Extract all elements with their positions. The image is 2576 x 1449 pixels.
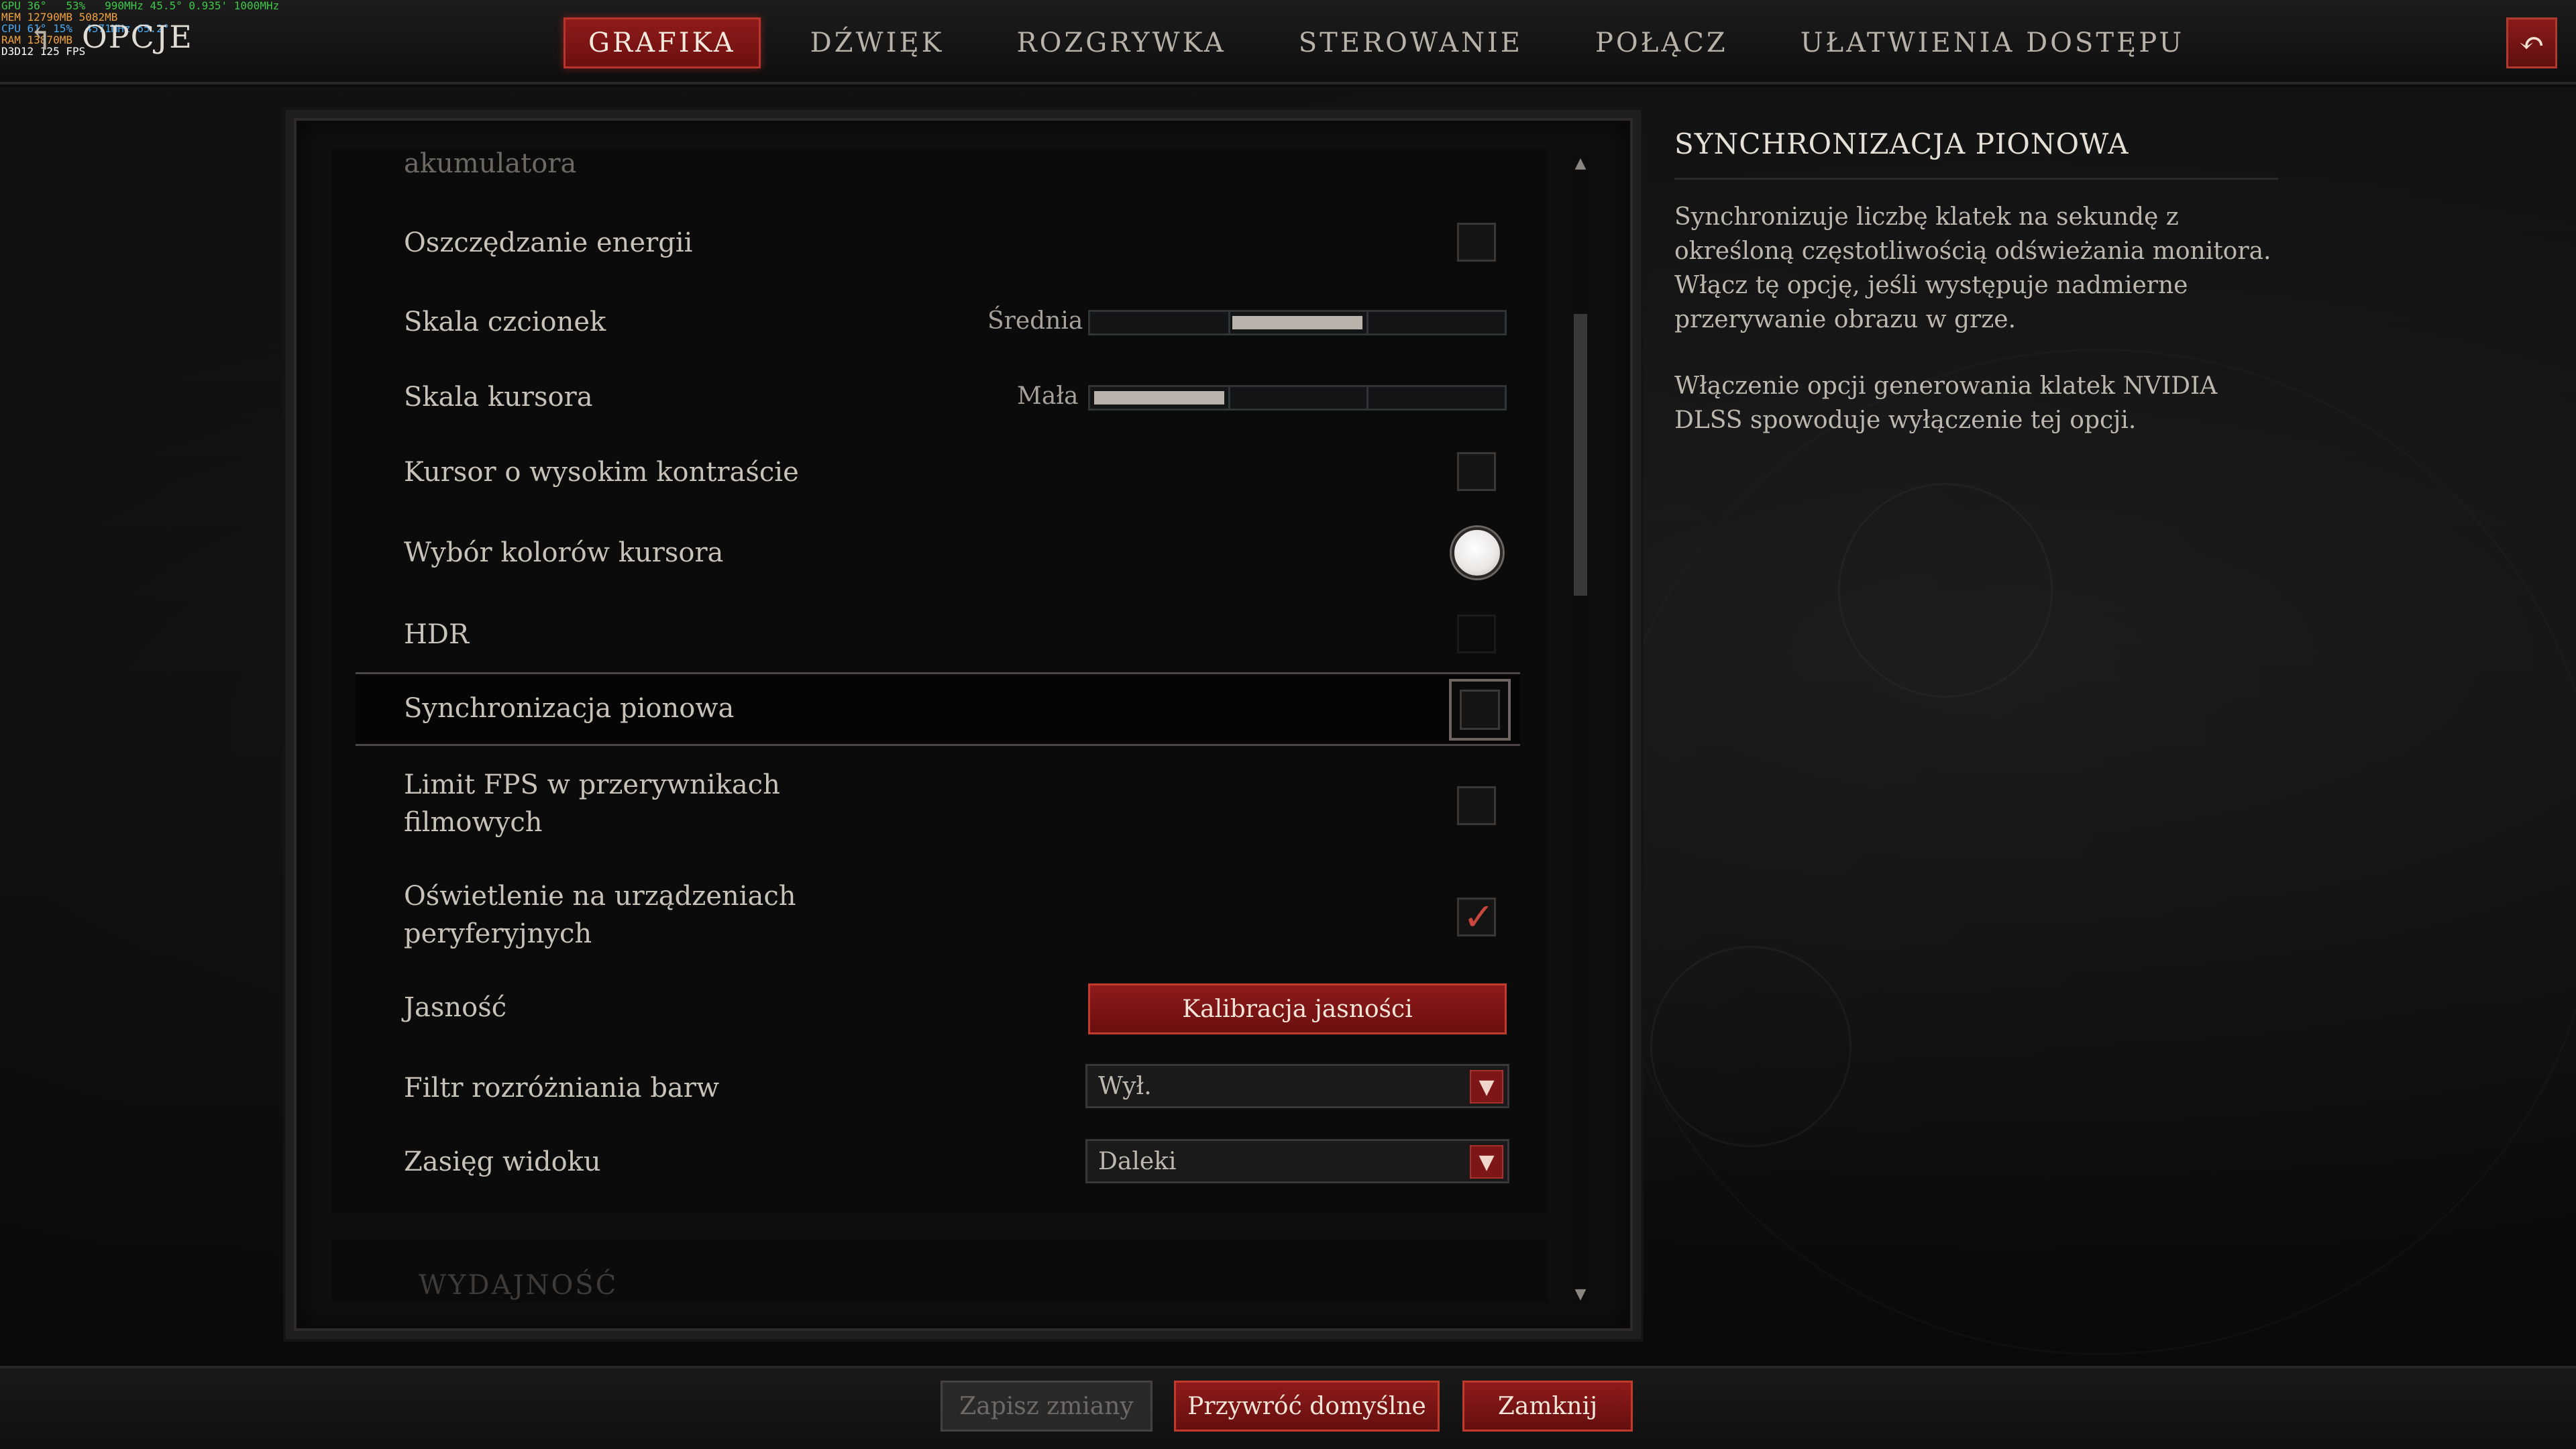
setting-label: HDR (404, 619, 470, 650)
tab-connect[interactable]: POŁĄCZ (1572, 17, 1751, 68)
back-arrow-icon[interactable]: ↰ (27, 20, 54, 58)
tab-accessibility[interactable]: UŁATWIENIA DOSTĘPU (1778, 17, 2207, 68)
dropdown-value: Daleki (1098, 1147, 1177, 1175)
settings-row-high-contrast-cursor[interactable]: Kursor o wysokim kontraście (331, 445, 1525, 499)
setting-label: Jasność (404, 992, 507, 1023)
cursor-scale-slider[interactable] (1088, 385, 1507, 411)
chevron-down-icon[interactable]: ▼ (1470, 1145, 1503, 1179)
setting-label: Filtr rozróżniania barw (404, 1073, 720, 1104)
settings-row-peripheral-lighting[interactable]: Oświetlenie na urządzeniach peryferyjnyc… (331, 877, 1525, 958)
setting-label: Skala kursora (404, 382, 593, 413)
settings-row-view-distance[interactable]: Zasięg widoku Daleki ▼ (331, 1139, 1525, 1193)
settings-row-color-filter[interactable]: Filtr rozróżniania barw Wył. ▼ (331, 1064, 1525, 1118)
settings-row-power-saving[interactable]: Oszczędzanie energii (331, 216, 1525, 270)
setting-label-line1: Oświetlenie na urządzeniach (404, 881, 796, 912)
close-button[interactable]: Zamknij (1462, 1381, 1633, 1432)
overlay-row: GPU 36° 53% 990MHz 45.5° 0.935' 1000MHz (1, 0, 1195, 11)
slider-separator (1228, 312, 1230, 333)
color-filter-dropdown[interactable]: Wył. ▼ (1085, 1064, 1509, 1108)
overlay-values: 36° 53% 990MHz 45.5° 0.935' 1000MHz (27, 0, 280, 12)
chevron-down-icon[interactable]: ▼ (1470, 1070, 1503, 1104)
slider-fill[interactable] (1094, 391, 1224, 405)
view-distance-dropdown[interactable]: Daleki ▼ (1085, 1139, 1509, 1183)
cursor-color-picker[interactable] (1452, 527, 1503, 578)
section-header-performance[interactable]: WYDAJNOŚĆ (331, 1260, 1525, 1301)
back-arrow-icon: ↶ (2518, 25, 2545, 61)
dropdown-value: Wył. (1098, 1072, 1152, 1100)
font-scale-slider[interactable] (1088, 310, 1507, 335)
settings-row-fps-limit[interactable]: Limit FPS w przerywnikach filmowych (331, 766, 1525, 847)
vsync-checkbox[interactable] (1449, 679, 1511, 741)
setting-label: Oszczędzanie energii (404, 227, 693, 258)
overlay-label: RAM (1, 34, 28, 46)
description-paragraph: Synchronizuje liczbę klatek na sekundę z… (1674, 203, 2271, 333)
setting-label: Synchronizacja pionowa (404, 693, 735, 724)
settings-list[interactable]: akumulatora Oszczędzanie energii Skala c… (331, 149, 1548, 1303)
scrollbar-thumb[interactable] (1574, 314, 1587, 596)
setting-label: Wybór kolorów kursora (404, 537, 724, 568)
decorative-ring (1597, 349, 2576, 1355)
tab-controls[interactable]: STEROWANIE (1276, 17, 1546, 68)
setting-label: Skala czcionek (404, 307, 606, 337)
scroll-down-icon[interactable]: ▼ (1571, 1285, 1590, 1304)
section-divider (331, 1213, 1548, 1240)
slider-separator (1366, 387, 1368, 409)
scrollbar[interactable]: ▲ ▼ (1571, 154, 1590, 1304)
setting-label: Kursor o wysokim kontraście (404, 457, 799, 488)
setting-label-line1: Limit FPS w przerywnikach (404, 769, 780, 800)
tab-sound[interactable]: DŹWIĘK (788, 17, 967, 68)
peripheral-lighting-checkbox[interactable] (1457, 896, 1496, 939)
save-changes-button[interactable]: Zapisz zmiany (941, 1381, 1152, 1432)
description-title: SYNCHRONIZACJA PIONOWA (1674, 127, 2278, 180)
settings-row-cursor-scale[interactable]: Skala kursora Mała (331, 370, 1525, 424)
scroll-up-icon[interactable]: ▲ (1571, 154, 1590, 173)
settings-row-cursor-color[interactable]: Wybór kolorów kursora (331, 523, 1525, 584)
page-title: OPCJE (82, 19, 193, 55)
settings-row-cut: akumulatora (331, 149, 1525, 189)
settings-row-vsync[interactable]: Synchronizacja pionowa (331, 672, 1525, 746)
tab-gameplay[interactable]: ROZGRYWKA (994, 17, 1249, 68)
cursor-scale-value: Mała (1017, 382, 1079, 410)
slider-separator (1228, 387, 1230, 409)
setting-label-line2: filmowych (404, 807, 543, 838)
restore-defaults-button[interactable]: Przywróć domyślne (1174, 1381, 1440, 1432)
tab-bar: GRAFIKA DŹWIĘK ROZGRYWKA STEROWANIE POŁĄ… (564, 16, 2234, 70)
overlay-label: CPU (1, 22, 28, 35)
back-button[interactable]: ↶ (2506, 17, 2557, 68)
settings-row-brightness[interactable]: Jasność Kalibracja jasności (331, 979, 1525, 1040)
description-panel: SYNCHRONIZACJA PIONOWA Synchronizuje lic… (1674, 127, 2278, 437)
hdr-checkbox[interactable] (1457, 614, 1496, 653)
section-title: WYDAJNOŚĆ (419, 1270, 619, 1301)
brightness-calibration-button[interactable]: Kalibracja jasności (1088, 983, 1507, 1034)
fps-limit-checkbox[interactable] (1457, 786, 1496, 825)
setting-label: akumulatora (404, 149, 577, 179)
tab-graphics[interactable]: GRAFIKA (564, 17, 761, 68)
slider-separator (1366, 312, 1368, 333)
slider-fill[interactable] (1232, 316, 1362, 329)
high-contrast-cursor-checkbox[interactable] (1457, 452, 1496, 491)
power-saving-checkbox[interactable] (1457, 223, 1496, 262)
settings-row-font-scale[interactable]: Skala czcionek Średnia (331, 295, 1525, 349)
setting-label-line2: peryferyjnych (404, 918, 592, 949)
setting-label: Zasięg widoku (404, 1146, 601, 1177)
settings-row-hdr[interactable]: HDR (331, 609, 1525, 663)
description-paragraph: Włączenie opcji generowania klatek NVIDI… (1674, 372, 2218, 434)
overlay-label: MEM (1, 11, 28, 23)
overlay-label: GPU (1, 0, 28, 12)
top-bar: GPU 36° 53% 990MHz 45.5° 0.935' 1000MHz M… (0, 0, 2576, 89)
font-scale-value: Średnia (987, 307, 1083, 335)
